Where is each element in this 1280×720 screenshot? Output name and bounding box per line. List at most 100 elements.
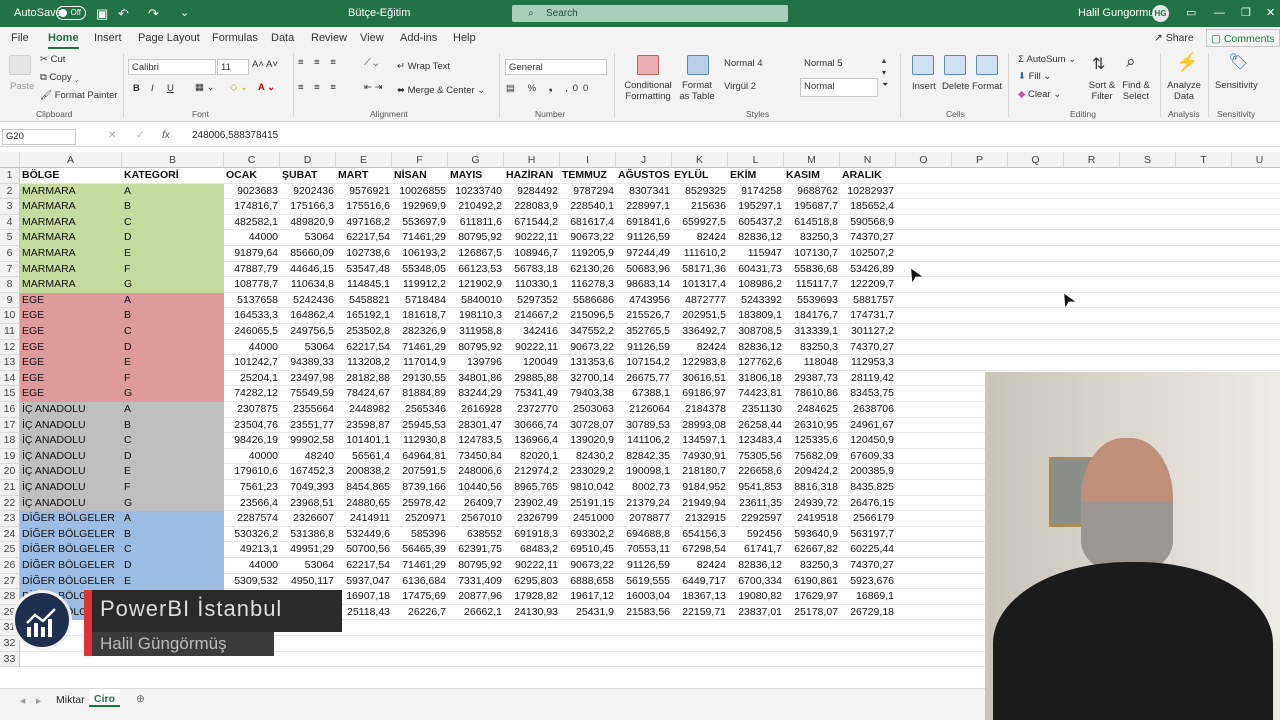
value-cell[interactable]: 8965,765 bbox=[504, 480, 560, 496]
value-cell[interactable]: 82430,2 bbox=[560, 449, 616, 465]
value-cell[interactable]: 82836,12 bbox=[728, 340, 784, 356]
value-cell[interactable]: 9184,952 bbox=[672, 480, 728, 496]
region-cell[interactable]: MARMARA bbox=[20, 199, 122, 215]
value-cell[interactable]: 78424,67 bbox=[336, 386, 392, 402]
value-cell[interactable]: 175516,6 bbox=[336, 199, 392, 215]
value-cell[interactable]: 75549,59 bbox=[280, 386, 336, 402]
value-cell[interactable]: 215526,7 bbox=[616, 308, 672, 324]
value-cell[interactable]: 28301,47 bbox=[448, 418, 504, 434]
value-cell[interactable]: 5619,555 bbox=[616, 574, 672, 590]
value-cell[interactable]: 44000 bbox=[224, 230, 280, 246]
category-cell[interactable]: D bbox=[122, 448, 224, 465]
save-icon[interactable]: ▣ bbox=[96, 0, 108, 27]
value-cell[interactable]: 83244,29 bbox=[448, 386, 504, 402]
value-cell[interactable]: 30728,07 bbox=[560, 418, 616, 434]
value-cell[interactable]: 228083,9 bbox=[504, 199, 560, 215]
value-cell[interactable]: 10282937 bbox=[840, 184, 896, 200]
value-cell[interactable]: 2616928 bbox=[448, 402, 504, 418]
value-cell[interactable]: 233029,2 bbox=[560, 464, 616, 480]
column-header[interactable]: H bbox=[504, 152, 560, 168]
value-cell[interactable]: 9174258 bbox=[728, 184, 784, 200]
value-cell[interactable]: 590568,9 bbox=[840, 215, 896, 231]
value-cell[interactable]: 6295,803 bbox=[504, 574, 560, 590]
value-cell[interactable]: 5137658 bbox=[224, 293, 280, 309]
region-cell[interactable]: MARMARA bbox=[20, 183, 122, 200]
value-cell[interactable]: 691841,6 bbox=[616, 215, 672, 231]
region-cell[interactable]: MARMARA bbox=[20, 230, 122, 246]
column-header[interactable]: B bbox=[122, 152, 224, 168]
value-cell[interactable]: 301127,2 bbox=[840, 324, 896, 340]
value-cell[interactable]: 6190,861 bbox=[784, 574, 840, 590]
value-cell[interactable]: 185652,4 bbox=[840, 199, 896, 215]
value-cell[interactable]: 75341,49 bbox=[504, 386, 560, 402]
close-icon[interactable]: ✕ bbox=[1266, 0, 1275, 27]
value-cell[interactable]: 124783,5 bbox=[448, 433, 504, 449]
value-cell[interactable]: 352765,5 bbox=[616, 324, 672, 340]
value-cell[interactable]: 53064 bbox=[280, 558, 336, 574]
value-cell[interactable]: 131353,6 bbox=[560, 355, 616, 371]
value-cell[interactable]: 78610,86 bbox=[784, 386, 840, 402]
category-cell[interactable]: B bbox=[122, 417, 224, 434]
value-cell[interactable]: 80795,92 bbox=[448, 340, 504, 356]
value-cell[interactable]: 90673,22 bbox=[560, 230, 616, 246]
value-cell[interactable]: 74370,27 bbox=[840, 340, 896, 356]
row-header[interactable]: 10 bbox=[0, 308, 20, 324]
value-cell[interactable]: 49213,1 bbox=[224, 542, 280, 558]
value-cell[interactable]: 2451000 bbox=[560, 511, 616, 527]
value-cell[interactable]: 29387,73 bbox=[784, 371, 840, 387]
row-header[interactable]: 25 bbox=[0, 542, 20, 558]
value-cell[interactable]: 10440,56 bbox=[448, 480, 504, 496]
value-cell[interactable]: 115947 bbox=[728, 246, 784, 262]
value-cell[interactable]: 83250,3 bbox=[784, 340, 840, 356]
value-cell[interactable]: 23551,77 bbox=[280, 418, 336, 434]
column-header[interactable]: G bbox=[448, 152, 504, 168]
value-cell[interactable]: 592456 bbox=[728, 527, 784, 543]
value-cell[interactable]: 26258,44 bbox=[728, 418, 784, 434]
value-cell[interactable]: 181618,7 bbox=[392, 308, 448, 324]
value-cell[interactable]: 24130,93 bbox=[504, 605, 560, 621]
value-cell[interactable]: 110634,8 bbox=[280, 277, 336, 293]
header-cell[interactable]: HAZİRAN bbox=[504, 168, 560, 184]
bold-button[interactable]: B bbox=[133, 83, 140, 94]
value-cell[interactable]: 134597,1 bbox=[672, 433, 728, 449]
region-cell[interactable]: İÇ ANADOLU bbox=[20, 495, 122, 512]
value-cell[interactable]: 62217,54 bbox=[336, 230, 392, 246]
header-cell[interactable]: OCAK bbox=[224, 168, 280, 184]
tab-help[interactable]: Help bbox=[453, 27, 476, 49]
value-cell[interactable]: 2566179 bbox=[840, 511, 896, 527]
value-cell[interactable]: 58171,36 bbox=[672, 262, 728, 278]
value-cell[interactable]: 127762,6 bbox=[728, 355, 784, 371]
value-cell[interactable]: 83250,3 bbox=[784, 558, 840, 574]
region-cell[interactable]: İÇ ANADOLU bbox=[20, 433, 122, 449]
value-cell[interactable]: 2292597 bbox=[728, 511, 784, 527]
header-cell[interactable]: KASIM bbox=[784, 168, 840, 184]
wrap-text-button[interactable]: ↵ Wrap Text bbox=[397, 61, 450, 72]
value-cell[interactable]: 34801,86 bbox=[448, 371, 504, 387]
value-cell[interactable]: 83453,75 bbox=[840, 386, 896, 402]
category-cell[interactable]: D bbox=[122, 339, 224, 356]
value-cell[interactable]: 21949,94 bbox=[672, 496, 728, 512]
vertical-align-icons[interactable]: ≡ ≡ ≡ bbox=[298, 57, 340, 68]
value-cell[interactable]: 553697,9 bbox=[392, 215, 448, 231]
category-cell[interactable]: C bbox=[122, 542, 224, 558]
value-cell[interactable]: 20877,96 bbox=[448, 589, 504, 605]
column-header[interactable]: R bbox=[1064, 152, 1120, 168]
value-cell[interactable]: 9787294 bbox=[560, 184, 616, 200]
value-cell[interactable]: 26226,7 bbox=[392, 605, 448, 621]
sheet-nav-prev-icon[interactable]: ◂ bbox=[20, 695, 25, 707]
value-cell[interactable]: 62391,75 bbox=[448, 542, 504, 558]
column-header[interactable]: S bbox=[1120, 152, 1176, 168]
font-size-select[interactable]: 11 bbox=[217, 59, 249, 75]
sheet-nav-next-icon[interactable]: ▸ bbox=[36, 695, 41, 707]
value-cell[interactable]: 21583,56 bbox=[616, 605, 672, 621]
value-cell[interactable]: 44000 bbox=[224, 558, 280, 574]
style-normal-5[interactable]: Normal 5 bbox=[800, 55, 878, 74]
value-cell[interactable]: 2326607 bbox=[280, 511, 336, 527]
value-cell[interactable]: 9023683 bbox=[224, 184, 280, 200]
column-header[interactable]: N bbox=[840, 152, 896, 168]
value-cell[interactable]: 210492,2 bbox=[448, 199, 504, 215]
value-cell[interactable]: 107154,2 bbox=[616, 355, 672, 371]
value-cell[interactable]: 90673,22 bbox=[560, 558, 616, 574]
value-cell[interactable]: 82424 bbox=[672, 230, 728, 246]
value-cell[interactable]: 2355664 bbox=[280, 402, 336, 418]
